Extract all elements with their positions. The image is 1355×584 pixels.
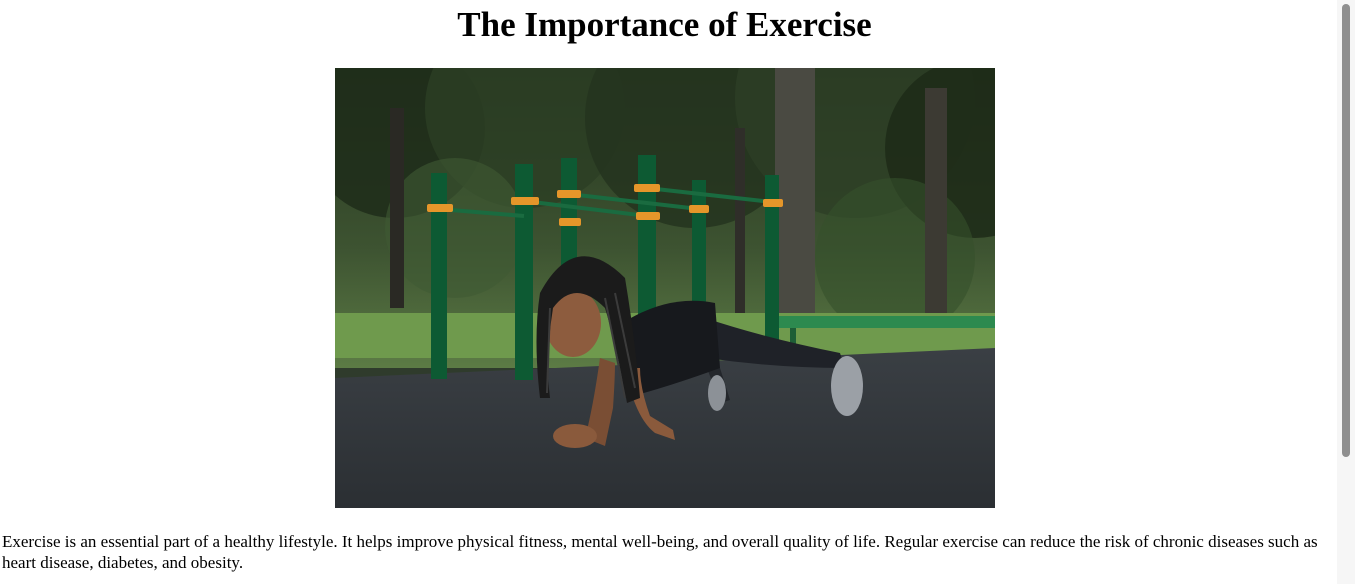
page-content: The Importance of Exercise Exercise is a…: [0, 0, 1337, 584]
vertical-scrollbar[interactable]: [1337, 0, 1355, 584]
hero-image: [335, 68, 995, 508]
exercise-photo: [335, 68, 995, 508]
page-title: The Importance of Exercise: [457, 5, 872, 44]
intro-paragraph: Exercise is an essential part of a healt…: [2, 532, 1318, 572]
scrollbar-thumb[interactable]: [1342, 4, 1350, 457]
